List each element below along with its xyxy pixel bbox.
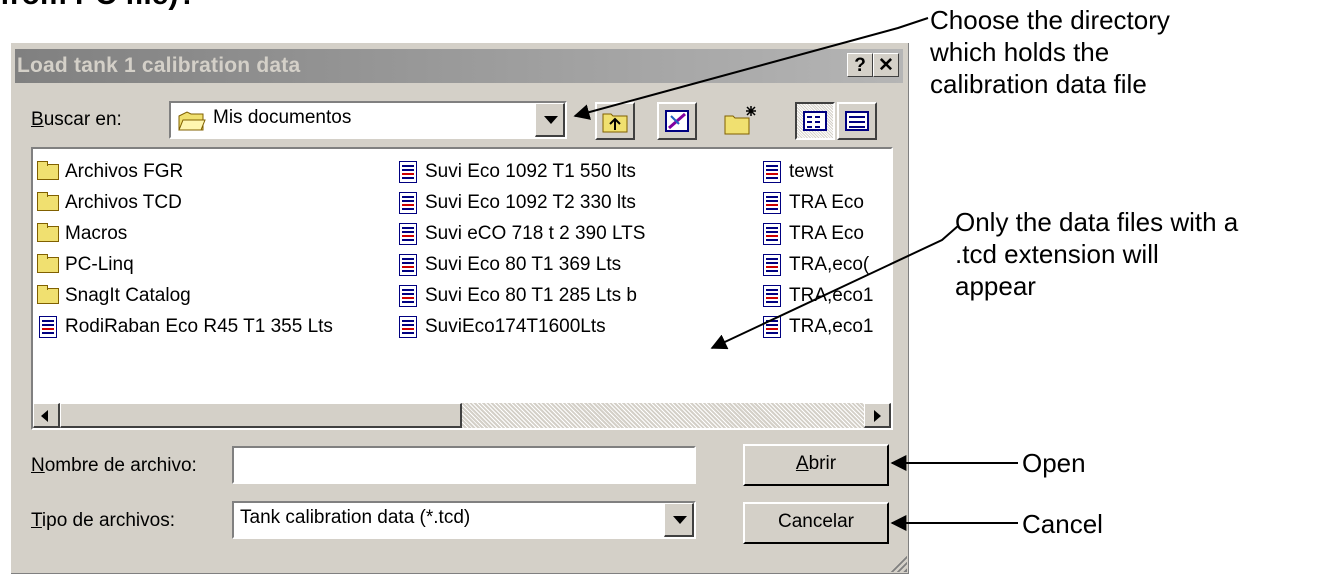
filter-arrow-line <box>710 225 959 350</box>
annotation-arrows <box>573 17 1018 531</box>
directory-arrow-line <box>573 17 929 120</box>
